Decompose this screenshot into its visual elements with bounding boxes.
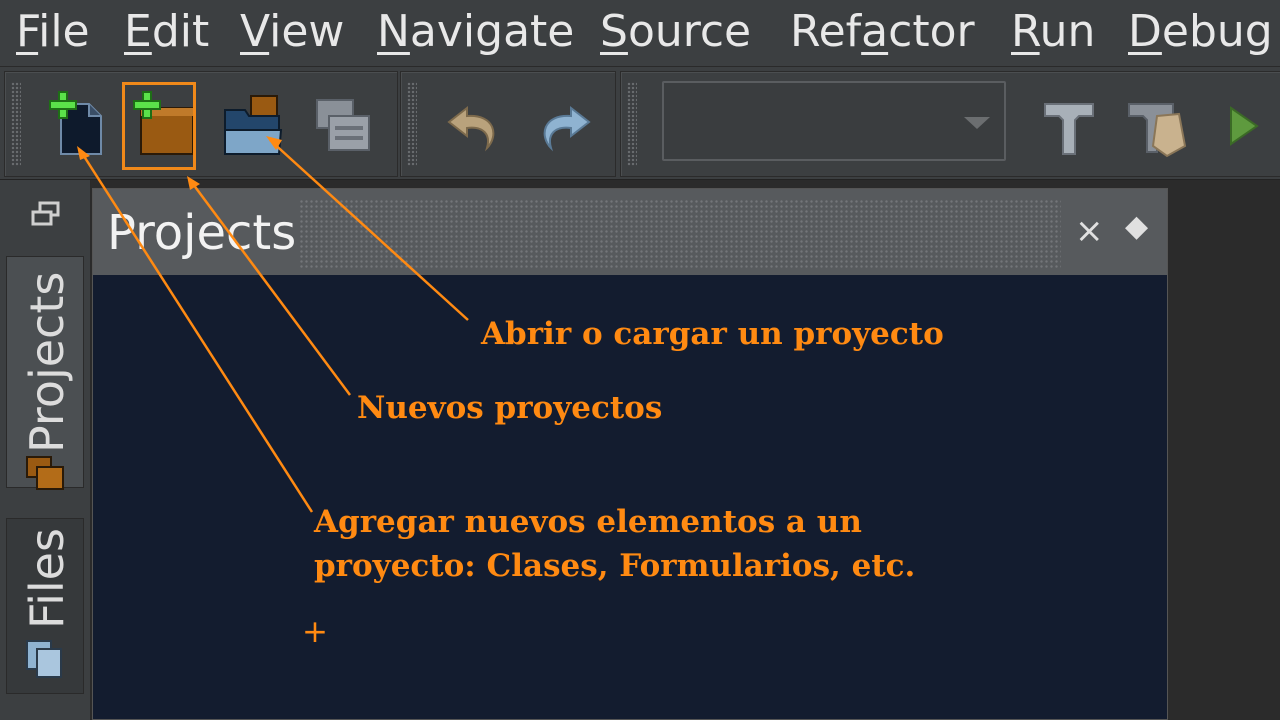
annotation-arrows <box>77 136 469 513</box>
arrow-new-projects <box>188 179 352 396</box>
note-new-projects: Nuevos proyectos <box>357 390 663 426</box>
arrowhead <box>77 146 90 160</box>
note-add-elements-line1: Agregar nuevos elementos a un <box>314 504 862 540</box>
note-add-elements-line2: proyecto: Clases, Formularios, etc. <box>314 548 916 584</box>
arrowhead <box>187 176 200 190</box>
arrow-open-project <box>269 139 469 321</box>
mouse-cursor-crosshair: + <box>302 614 328 650</box>
arrow-add-elements <box>78 149 314 513</box>
note-open-project: Abrir o cargar un proyecto <box>481 316 944 352</box>
